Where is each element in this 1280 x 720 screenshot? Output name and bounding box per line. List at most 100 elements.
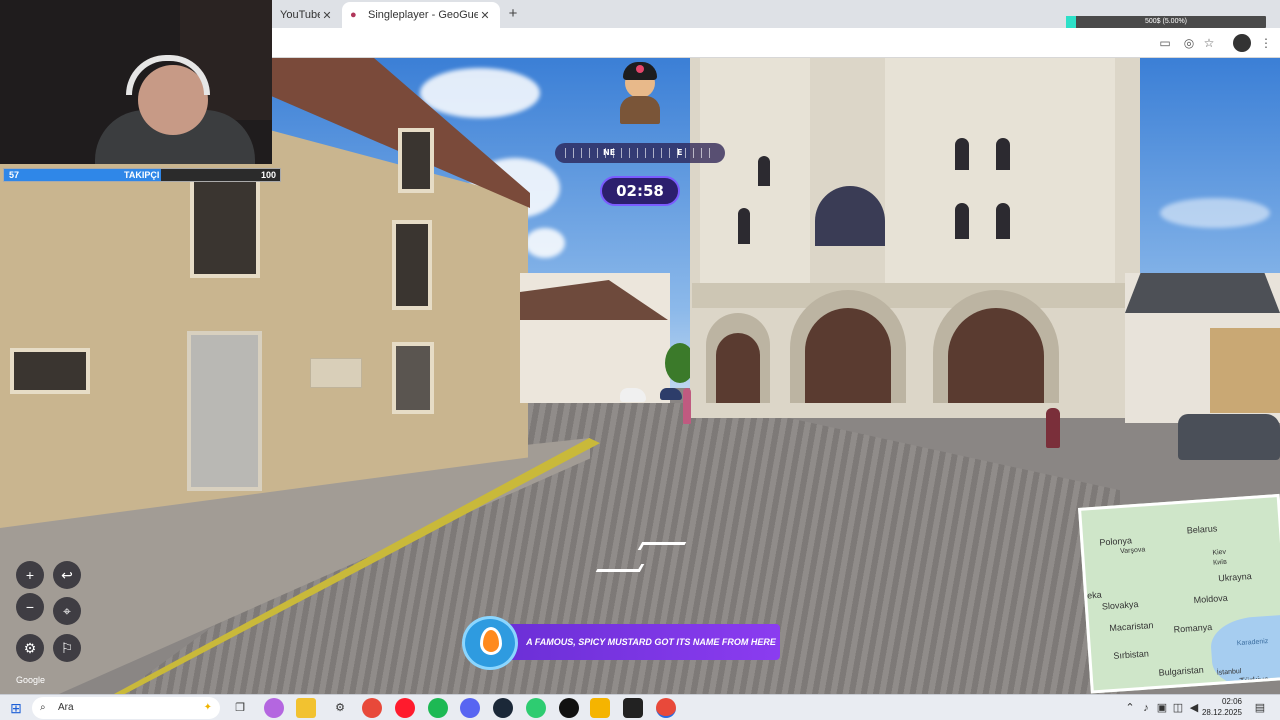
tab-youtube[interactable]: YouTube ✕ bbox=[272, 2, 342, 28]
cathedral-window bbox=[758, 156, 770, 186]
right-roof bbox=[1125, 273, 1280, 313]
pedestrian bbox=[683, 388, 691, 424]
location-pin-icon bbox=[480, 627, 502, 655]
hint-text: A FAMOUS, SPICY MUSTARD GOT ITS NAME FRO… bbox=[502, 624, 780, 660]
windows-start-icon[interactable]: ⊞ bbox=[6, 698, 26, 718]
compass-e: E bbox=[677, 148, 683, 157]
flag-button[interactable]: ⚐ bbox=[53, 634, 81, 662]
windows-taskbar: ⊞ ⌕ Ara ✦ ❐ ⚙ ⌃ ♪ ▣ ◫ ◀ 02:06 28.12.2025… bbox=[0, 694, 1280, 720]
game-app-icon[interactable] bbox=[526, 698, 546, 718]
chrome-icon[interactable] bbox=[362, 698, 382, 718]
tab-geoguessr[interactable]: ● Singleplayer - GeoGuessr ✕ bbox=[342, 2, 500, 28]
spotify-icon[interactable] bbox=[428, 698, 448, 718]
map-label: Macaristan bbox=[1109, 620, 1154, 634]
bookmark-star-icon[interactable]: ☆ bbox=[1200, 34, 1218, 52]
portal-left bbox=[716, 333, 760, 403]
close-tab-icon[interactable]: ✕ bbox=[478, 9, 492, 22]
movement-arrow-back[interactable] bbox=[595, 564, 645, 572]
map-label: Belarus bbox=[1186, 523, 1218, 536]
app-icon[interactable] bbox=[559, 698, 579, 718]
notifications-icon[interactable]: ▤ bbox=[1250, 698, 1270, 718]
opera-icon[interactable] bbox=[395, 698, 415, 718]
cathedral-window bbox=[996, 203, 1010, 239]
window bbox=[190, 178, 260, 278]
compass: NE E bbox=[555, 143, 725, 163]
map-label: Kiev bbox=[1212, 548, 1227, 557]
zoom-in-button[interactable]: + bbox=[16, 561, 44, 589]
task-view-icon[interactable]: ❐ bbox=[230, 698, 250, 718]
cathedral-window bbox=[996, 138, 1010, 170]
follower-goal-bar: 57 TAKIPÇI 100 bbox=[3, 168, 281, 182]
chrome-active-icon[interactable] bbox=[656, 698, 676, 718]
map-label: Varşova bbox=[1119, 546, 1146, 556]
map-label: Sırbistan bbox=[1113, 648, 1150, 661]
cloud bbox=[420, 68, 540, 118]
file-explorer-icon[interactable] bbox=[296, 698, 316, 718]
hint-banner: A FAMOUS, SPICY MUSTARD GOT ITS NAME FRO… bbox=[462, 616, 780, 670]
sparkle-icon: ✦ bbox=[203, 702, 212, 713]
close-tab-icon[interactable]: ✕ bbox=[320, 9, 334, 22]
return-to-start-button[interactable]: ⌖ bbox=[53, 597, 81, 625]
follower-goal: 100 bbox=[260, 170, 276, 180]
donation-goal-fill bbox=[1066, 16, 1076, 28]
settings-button[interactable]: ⚙ bbox=[16, 634, 44, 662]
capcut-icon[interactable] bbox=[623, 698, 643, 718]
window bbox=[398, 128, 434, 193]
player-avatar bbox=[616, 58, 664, 126]
cathedral-right-tower bbox=[885, 58, 1115, 298]
copilot-icon[interactable] bbox=[264, 698, 284, 718]
follower-count: 57 bbox=[9, 170, 20, 180]
door bbox=[187, 331, 262, 491]
google-watermark: Google bbox=[16, 675, 46, 685]
cathedral-left-tower bbox=[700, 58, 810, 298]
window bbox=[392, 342, 434, 414]
parked-car bbox=[1178, 414, 1280, 460]
car bbox=[620, 388, 646, 402]
new-tab-button[interactable]: + bbox=[504, 5, 522, 23]
window bbox=[10, 348, 90, 394]
map-label: Moldova bbox=[1193, 592, 1229, 606]
settings-icon[interactable]: ⚙ bbox=[330, 698, 350, 718]
search-placeholder: Ara bbox=[58, 702, 74, 713]
map-label: Polonya bbox=[1099, 535, 1133, 548]
zoom-out-button[interactable]: − bbox=[16, 593, 44, 621]
hint-badge bbox=[462, 616, 518, 670]
tab-label: YouTube bbox=[280, 9, 320, 21]
portal-center bbox=[805, 308, 891, 403]
profile-avatar[interactable] bbox=[1233, 34, 1251, 52]
donation-goal-text: 500$ (5.00%) bbox=[1144, 18, 1188, 25]
webcam-feed bbox=[0, 0, 272, 164]
map-label: Київ bbox=[1212, 558, 1228, 567]
clock-time[interactable]: 02:06 bbox=[1198, 697, 1242, 706]
donation-goal-bar: 500$ (5.00%) bbox=[1066, 16, 1266, 28]
pedestrian bbox=[1046, 408, 1060, 448]
car bbox=[660, 388, 682, 400]
search-icon: ⌕ bbox=[40, 702, 46, 713]
clock-date[interactable]: 28.12.2025 bbox=[1198, 708, 1242, 717]
undo-move-button[interactable]: ↩ bbox=[53, 561, 81, 589]
map-label: Bulgaristan bbox=[1158, 664, 1204, 678]
compass-ne: NE bbox=[603, 148, 616, 157]
map-label: Romanya bbox=[1173, 621, 1213, 635]
movement-arrow-forward[interactable] bbox=[637, 542, 687, 550]
rockstar-icon[interactable] bbox=[590, 698, 610, 718]
window bbox=[392, 220, 432, 310]
map-label: Ukrayna bbox=[1217, 571, 1253, 584]
wall-plaque bbox=[310, 358, 362, 388]
guess-map[interactable]: Polonya Varşova Belarus Kiev Київ Ukrayn… bbox=[1078, 493, 1280, 694]
taskbar-search[interactable]: ⌕ Ara ✦ bbox=[32, 697, 220, 719]
steam-icon[interactable] bbox=[493, 698, 513, 718]
cathedral-window bbox=[955, 203, 969, 239]
install-app-icon[interactable]: ▭ bbox=[1156, 34, 1174, 52]
screen: NE E 02:58 + − ↩ ⌖ ⚙ ⚐ Google A FAMOUS, … bbox=[0, 0, 1280, 720]
cathedral-window bbox=[738, 208, 750, 244]
map-label: eka bbox=[1086, 589, 1102, 601]
follower-label: TAKIPÇI bbox=[124, 170, 160, 180]
menu-kebab-icon[interactable]: ⋮ bbox=[1257, 34, 1275, 52]
cathedral-cornice bbox=[692, 283, 1142, 308]
discord-icon[interactable] bbox=[460, 698, 480, 718]
map-pin-icon: ● bbox=[350, 9, 357, 21]
eye-off-icon[interactable]: ◎ bbox=[1180, 34, 1198, 52]
portal-right bbox=[948, 308, 1044, 403]
cloud bbox=[1160, 198, 1270, 228]
